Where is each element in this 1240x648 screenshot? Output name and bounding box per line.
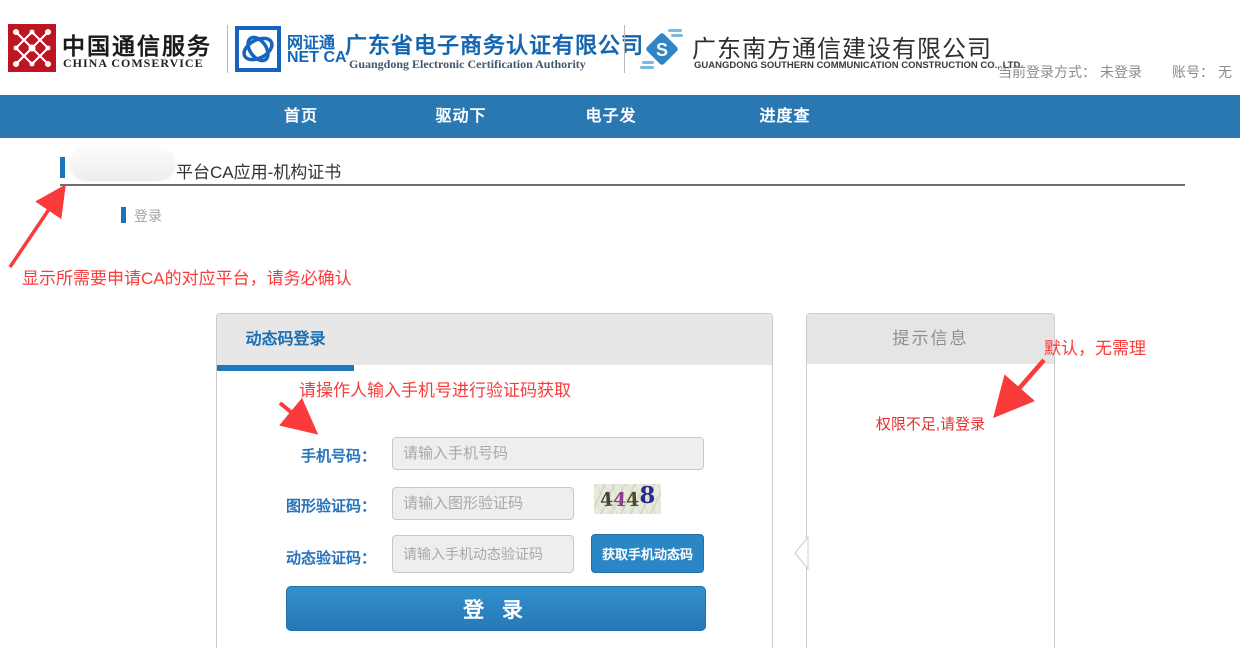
login-method-label: 当前登录方式： xyxy=(998,64,1096,80)
account-value: 无 xyxy=(1218,64,1232,80)
login-method-value: 未登录 xyxy=(1100,64,1142,80)
comservice-name-en: CHINA COMSERVICE xyxy=(63,56,204,71)
netca-logo-icon xyxy=(235,26,281,72)
captcha-digit: 8 xyxy=(639,481,655,511)
tip-panel-notch-icon xyxy=(793,536,809,570)
gdca-name-cn: 广东省电子商务认证有限公司 xyxy=(345,28,644,60)
tab-active-underline xyxy=(217,365,354,371)
sms-code-input[interactable] xyxy=(392,535,574,573)
redacted-platform-name xyxy=(70,148,175,181)
title-accent-bar xyxy=(60,157,65,178)
login-panel: 动态码登录 请操作人输入手机号进行验证码获取 手机号码： 图形验证码： 4448… xyxy=(216,313,773,648)
nav-item-progress-query[interactable]: 进度查询 xyxy=(753,95,817,138)
phone-number-label: 手机号码： xyxy=(217,445,376,466)
get-sms-code-button[interactable]: 获取手机动态码 xyxy=(591,534,704,573)
main-nav: 首页 驱动下载 电子发票 进度查询 xyxy=(0,95,1240,138)
login-status-bar: 当前登录方式：未登录 账号：无 xyxy=(994,62,1232,82)
comservice-logo-icon xyxy=(8,24,56,72)
captcha-image[interactable]: 4448 xyxy=(594,484,661,514)
login-button[interactable]: 登 录 xyxy=(286,586,706,631)
nav-item-e-invoice[interactable]: 电子发票 xyxy=(579,95,643,138)
header-divider xyxy=(624,25,625,73)
southern-name-cn: 广东南方通信建设有限公司 xyxy=(692,29,992,64)
nav-item-driver-download[interactable]: 驱动下载 xyxy=(429,95,493,138)
captcha-digit: 4 xyxy=(626,485,640,515)
annotation-default-note: 默认，无需理 xyxy=(1044,334,1146,359)
page: 中国通信服务 CHINA COMSERVICE 网证通 NET CA 广东省电子… xyxy=(0,0,1240,648)
southern-name-en: GUANGDONG SOUTHERN COMMUNICATION CONSTRU… xyxy=(694,60,1023,71)
nav-item-home[interactable]: 首页 xyxy=(269,95,333,138)
tab-dynamic-code-login[interactable]: 动态码登录 xyxy=(217,314,354,371)
annotation-phone-note: 请操作人输入手机号进行验证码获取 xyxy=(299,376,571,401)
netca-name-en: NET CA xyxy=(287,49,347,67)
svg-text:S: S xyxy=(656,40,668,60)
southern-logo-icon: S xyxy=(638,25,686,73)
page-title: 平台CA应用-机构证书 xyxy=(176,158,341,183)
title-divider xyxy=(60,184,1185,186)
annotation-arrow-down-icon xyxy=(273,399,323,439)
image-captcha-input[interactable] xyxy=(392,487,574,520)
annotation-arrow-downleft-icon xyxy=(986,352,1054,422)
annotation-arrow-up-icon xyxy=(2,183,74,275)
gdca-name-en: Guangdong Electronic Certification Autho… xyxy=(349,57,586,72)
sms-code-label: 动态验证码： xyxy=(217,547,376,568)
section-label-login: 登录 xyxy=(134,206,162,226)
image-captcha-label: 图形验证码： xyxy=(217,495,376,516)
section-accent-bar xyxy=(121,207,126,223)
header-divider xyxy=(227,25,228,73)
account-label: 账号： xyxy=(1172,64,1214,80)
phone-number-input[interactable] xyxy=(392,437,704,470)
